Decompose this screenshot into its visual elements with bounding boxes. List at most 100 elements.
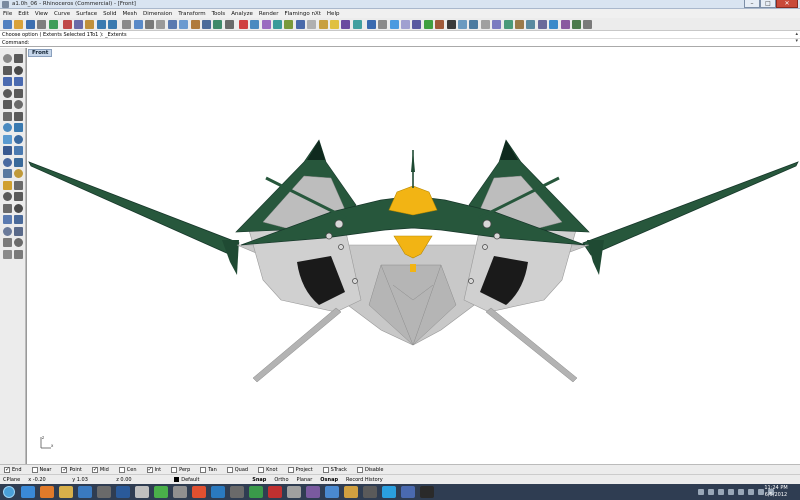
app-icon-1[interactable]	[192, 486, 206, 498]
array-icon[interactable]	[14, 203, 23, 213]
osnap-checkbox[interactable]	[200, 466, 207, 473]
osnap-icon[interactable]	[273, 20, 282, 29]
app-icon-10[interactable]	[420, 486, 434, 498]
osnap-checkbox[interactable]	[61, 466, 67, 473]
osnap-quad[interactable]: Quad	[226, 466, 248, 473]
osnap-strack[interactable]: STrack	[322, 466, 347, 473]
media-player-icon[interactable]	[78, 486, 92, 498]
osnap-checkbox[interactable]	[171, 466, 178, 473]
osnap-checkbox[interactable]	[91, 466, 98, 473]
print-icon[interactable]	[37, 20, 47, 29]
tray-icon[interactable]	[748, 489, 754, 495]
copy-icon[interactable]	[74, 20, 83, 29]
tray-icon[interactable]	[718, 489, 724, 495]
osnap-mid[interactable]: Mid	[91, 466, 109, 473]
menu-file[interactable]: File	[0, 11, 15, 17]
osnap-knot[interactable]: Knot	[258, 466, 278, 473]
distance-icon[interactable]	[515, 20, 524, 29]
zoom-window-icon[interactable]	[156, 20, 166, 29]
sweep-icon[interactable]	[14, 134, 23, 144]
rotate-icon[interactable]	[3, 192, 12, 201]
surface-icon[interactable]	[3, 123, 12, 132]
app-icon-8[interactable]	[344, 486, 358, 498]
circle-icon[interactable]	[3, 77, 12, 86]
menu-view[interactable]: View	[32, 11, 51, 17]
render-icon[interactable]	[341, 20, 351, 29]
undo-view-icon[interactable]	[190, 20, 200, 29]
app-icon-3[interactable]	[230, 486, 244, 498]
dimension-icon[interactable]	[3, 215, 12, 224]
transform-icon[interactable]	[14, 169, 23, 178]
text-icon[interactable]	[14, 215, 23, 224]
rhino-task-icon[interactable]	[97, 486, 111, 498]
light-icon[interactable]	[330, 20, 339, 29]
solid-tools-icon[interactable]	[14, 157, 23, 167]
rhino-app-icon[interactable]	[2, 0, 9, 8]
redo-icon[interactable]	[108, 20, 118, 29]
scroll-up-icon[interactable]: ▴	[778, 31, 798, 38]
zoom-extents-icon[interactable]	[167, 20, 177, 29]
osnap-cen[interactable]: Cen	[118, 466, 137, 473]
command-input[interactable]: Command:	[0, 39, 800, 47]
osnap-perp[interactable]: Perp	[171, 466, 190, 473]
browser-icon[interactable]	[135, 486, 149, 498]
scale-icon[interactable]	[14, 192, 23, 201]
explorer-icon[interactable]	[59, 486, 73, 498]
close-button[interactable]: ✕	[776, 0, 798, 8]
viewport-tab-front[interactable]: Front	[28, 49, 53, 57]
osnap-checkbox[interactable]	[31, 466, 38, 473]
area-icon[interactable]	[526, 20, 536, 29]
open-icon[interactable]	[14, 20, 24, 29]
extract-icon[interactable]	[503, 20, 513, 29]
menu-mesh[interactable]: Mesh	[120, 11, 140, 17]
ellipse-icon[interactable]	[3, 88, 12, 98]
emap-icon[interactable]	[469, 20, 479, 29]
save-icon[interactable]	[25, 20, 35, 29]
rotate-view-icon[interactable]	[133, 20, 143, 29]
fillet-icon[interactable]	[3, 111, 12, 121]
zoom-icon[interactable]	[145, 20, 154, 29]
menu-transform[interactable]: Transform	[175, 11, 208, 17]
minimize-button[interactable]: –	[744, 0, 760, 8]
osnap-checkbox[interactable]	[226, 466, 233, 473]
firefox-icon[interactable]	[40, 486, 54, 498]
photoshop-icon[interactable]	[116, 486, 130, 498]
rectangle-icon[interactable]	[14, 88, 23, 98]
curve-icon[interactable]	[14, 65, 23, 75]
osnap-disable[interactable]: Disable	[356, 466, 384, 473]
app-icon-9[interactable]	[363, 486, 377, 498]
app-icon-5[interactable]	[287, 486, 301, 498]
menu-dimension[interactable]: Dimension	[140, 11, 175, 17]
eye-icon[interactable]	[401, 486, 415, 498]
paste-icon[interactable]	[85, 20, 95, 29]
undo-icon[interactable]	[96, 20, 106, 29]
snap-toggle[interactable]: Snap	[252, 477, 266, 483]
layer-selector[interactable]: Default	[174, 476, 244, 483]
mirror-icon[interactable]	[3, 203, 12, 213]
volume-icon[interactable]	[537, 20, 547, 29]
mesh-icon[interactable]	[492, 20, 502, 29]
osnap-checkbox[interactable]	[118, 466, 125, 473]
new-icon[interactable]	[3, 20, 12, 29]
cplane-icon[interactable]	[213, 20, 223, 29]
rendered-icon[interactable]	[318, 20, 328, 29]
properties-icon[interactable]	[261, 20, 271, 29]
box-icon[interactable]	[549, 20, 559, 29]
front-viewport[interactable]: Front z x	[26, 48, 800, 464]
cylinder-icon[interactable]	[572, 20, 581, 29]
boolean-icon[interactable]	[3, 157, 12, 167]
loft-icon[interactable]	[3, 134, 12, 144]
osnap-checkbox[interactable]	[287, 466, 294, 473]
polyline-icon[interactable]	[3, 65, 12, 75]
ghost-icon[interactable]	[389, 20, 399, 29]
app-icon-7[interactable]	[325, 486, 339, 498]
osnap-checkbox[interactable]	[356, 466, 363, 473]
curvature-icon[interactable]	[423, 20, 433, 29]
tray-icon[interactable]	[728, 489, 734, 495]
explode-icon[interactable]	[14, 249, 23, 259]
maximize-button[interactable]: □	[760, 0, 776, 8]
osnap-checkbox[interactable]	[258, 466, 265, 473]
app-icon-2[interactable]	[211, 486, 225, 498]
options-icon[interactable]	[378, 20, 388, 29]
grid-icon[interactable]	[284, 20, 294, 29]
